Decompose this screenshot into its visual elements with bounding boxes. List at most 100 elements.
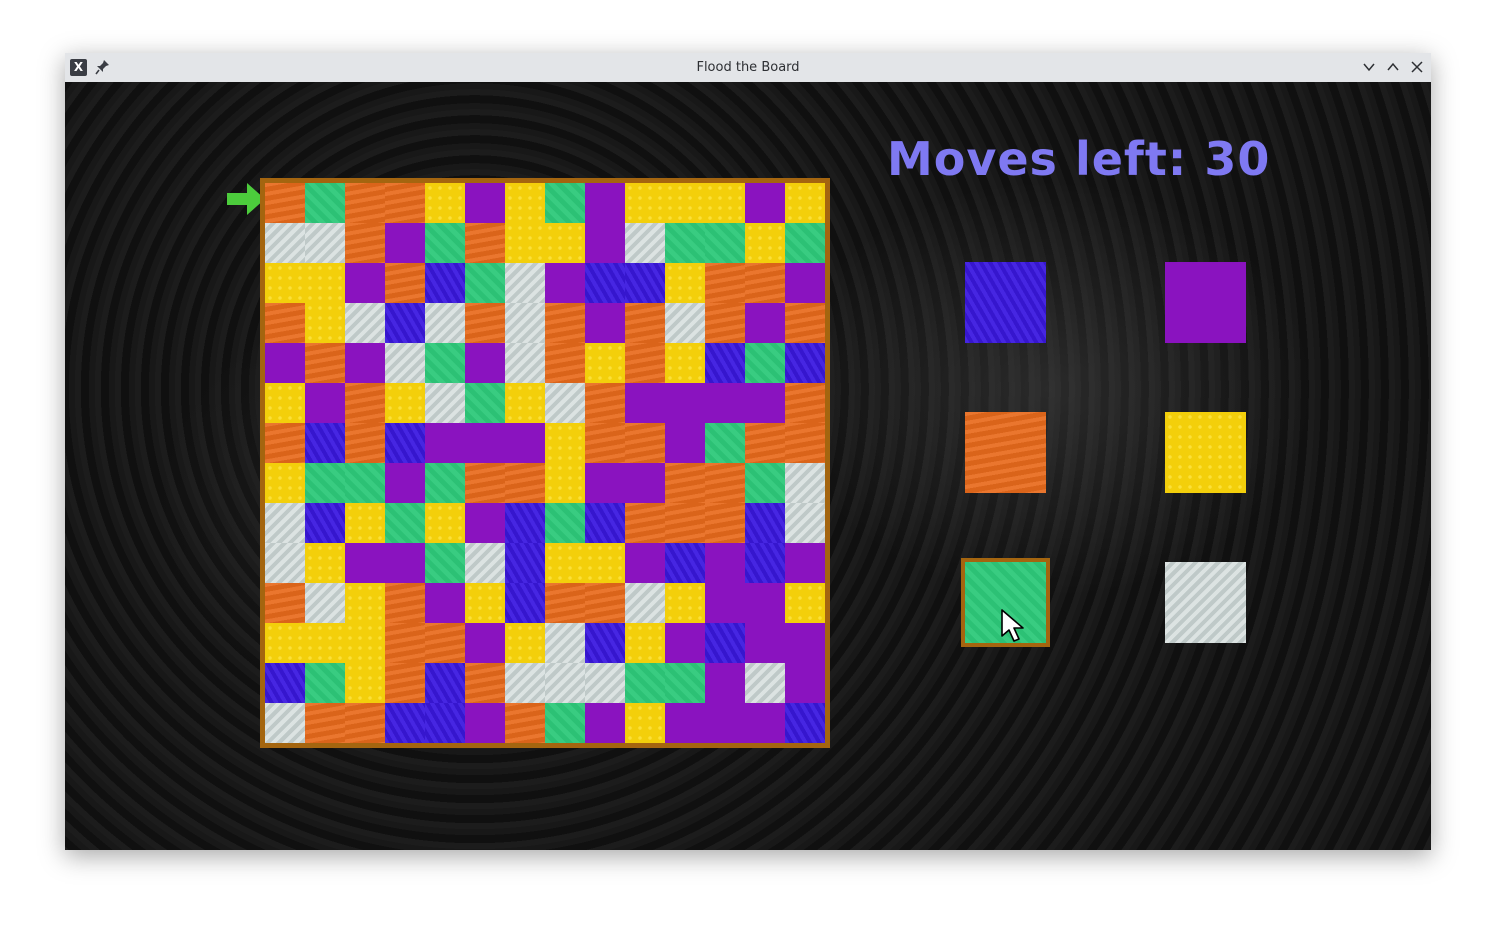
board-cell (265, 383, 305, 423)
board-cell (305, 383, 345, 423)
board-cell (785, 263, 825, 303)
board-cell (385, 583, 425, 623)
close-icon[interactable] (1409, 59, 1425, 75)
board-cell (265, 343, 305, 383)
board-cell (705, 503, 745, 543)
board-cell (465, 623, 505, 663)
board-cell (305, 623, 345, 663)
board-cell (545, 343, 585, 383)
board-cell (385, 463, 425, 503)
board-cell (545, 183, 585, 223)
board-cell (625, 463, 665, 503)
board-cell (585, 263, 625, 303)
board-cell (745, 503, 785, 543)
game-area: Moves left: 30 (65, 82, 1431, 850)
board-cell (425, 623, 465, 663)
chevron-up-icon[interactable] (1385, 59, 1401, 75)
board-cell (665, 463, 705, 503)
board-cell (265, 703, 305, 743)
board-cell (385, 263, 425, 303)
board-cell (345, 503, 385, 543)
board-cell (345, 343, 385, 383)
board-cell (745, 183, 785, 223)
board-cell (345, 543, 385, 583)
board-cell (385, 663, 425, 703)
board-cell (425, 503, 465, 543)
board-cell (625, 223, 665, 263)
board-cell (425, 343, 465, 383)
board-cell (625, 423, 665, 463)
board-cell (665, 383, 705, 423)
board-cell (265, 223, 305, 263)
board-cell (345, 303, 385, 343)
board-cell (745, 463, 785, 503)
board-cell (705, 463, 745, 503)
board-cell (465, 663, 505, 703)
board-cell (505, 303, 545, 343)
board-cell (665, 223, 705, 263)
board-cell (625, 343, 665, 383)
chevron-down-icon[interactable] (1361, 59, 1377, 75)
board-cell (505, 463, 545, 503)
board-cell (625, 583, 665, 623)
board-cell (265, 623, 305, 663)
board-cell (745, 303, 785, 343)
board-cell (785, 303, 825, 343)
board-cell (625, 623, 665, 663)
color-button-silver[interactable] (1165, 562, 1246, 643)
board-cell (465, 223, 505, 263)
title-bar: X Flood the Board (65, 53, 1431, 83)
board-cell (545, 663, 585, 703)
board-cell (705, 303, 745, 343)
moves-left-counter: Moves left: 30 (887, 132, 1271, 186)
board-cell (545, 223, 585, 263)
board-cell (705, 423, 745, 463)
board-cell (585, 223, 625, 263)
board-cell (665, 343, 705, 383)
board-cell (505, 223, 545, 263)
color-button-orange[interactable] (965, 412, 1046, 493)
board-cell (545, 303, 585, 343)
game-board-frame (260, 178, 830, 748)
board-cell (505, 583, 545, 623)
board-cell (785, 183, 825, 223)
board-cell (585, 303, 625, 343)
board-cell (625, 183, 665, 223)
board-cell (465, 183, 505, 223)
color-button-blue[interactable] (965, 262, 1046, 343)
board-cell (345, 423, 385, 463)
board-cell (385, 623, 425, 663)
board-cell (465, 543, 505, 583)
board-cell (265, 303, 305, 343)
board-cell (385, 503, 425, 543)
board-cell (425, 543, 465, 583)
board-cell (345, 383, 385, 423)
board-cell (385, 423, 425, 463)
board-cell (425, 583, 465, 623)
board-cell (625, 703, 665, 743)
board-cell (785, 663, 825, 703)
board-cell (425, 263, 465, 303)
board-cell (745, 583, 785, 623)
board-cell (625, 263, 665, 303)
board-cell (265, 583, 305, 623)
board-cell (345, 703, 385, 743)
board-cell (345, 623, 385, 663)
board-cell (305, 703, 345, 743)
color-button-yellow[interactable] (1165, 412, 1246, 493)
board-cell (505, 423, 545, 463)
board-cell (665, 583, 705, 623)
board-cell (785, 383, 825, 423)
board-cell (785, 623, 825, 663)
board-cell (625, 503, 665, 543)
board-cell (385, 303, 425, 343)
board-cell (665, 703, 705, 743)
board-cell (305, 263, 345, 303)
color-button-purple[interactable] (1165, 262, 1246, 343)
board-cell (265, 463, 305, 503)
board-cell (705, 183, 745, 223)
board-cell (305, 343, 345, 383)
game-board (265, 183, 825, 743)
board-cell (745, 663, 785, 703)
color-button-green[interactable] (961, 558, 1050, 647)
